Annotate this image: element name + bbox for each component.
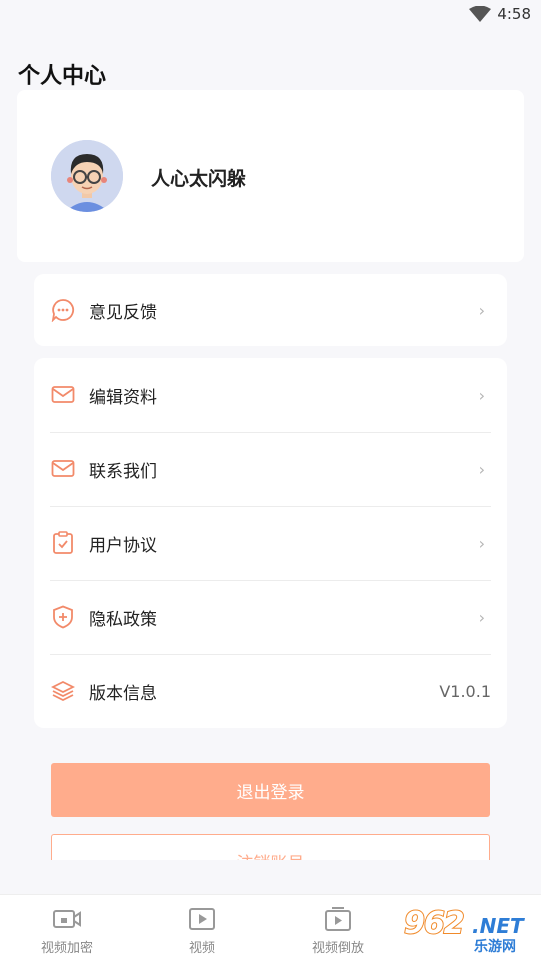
wifi-icon xyxy=(469,6,491,22)
chevron-right-icon: › xyxy=(478,459,485,479)
profile-card[interactable]: 人心太闪躲 xyxy=(17,90,524,262)
watermark-sub: 乐游网 xyxy=(474,939,516,955)
avatar-icon xyxy=(51,140,123,212)
version-value: V1.0.1 xyxy=(439,681,491,701)
tab-video-encrypt[interactable]: 视频加密 xyxy=(17,905,117,956)
menu-item-label: 隐私政策 xyxy=(89,609,157,630)
menu-item-privacy-policy[interactable]: 隐私政策 › xyxy=(50,580,491,654)
cancel-account-label: 注销账号 xyxy=(52,849,489,860)
mail-icon xyxy=(50,382,76,408)
page-title: 个人中心 xyxy=(18,64,107,89)
mail-icon xyxy=(50,456,76,482)
menu-item-contact-us[interactable]: 联系我们 › xyxy=(50,432,491,506)
chevron-right-icon: › xyxy=(478,607,485,627)
cancel-account-button[interactable]: 注销账号 xyxy=(51,834,490,860)
video-reverse-icon xyxy=(288,905,388,933)
status-time: 4:58 xyxy=(497,5,531,23)
chat-bubble-icon xyxy=(50,297,76,323)
menu-item-label: 联系我们 xyxy=(89,461,157,482)
menu-item-edit-profile[interactable]: 编辑资料 › xyxy=(50,358,491,432)
username: 人心太闪躲 xyxy=(151,168,247,190)
menu-item-label: 编辑资料 xyxy=(89,387,157,408)
chevron-right-icon: › xyxy=(478,533,485,553)
tab-label: 视频加密 xyxy=(40,941,93,956)
menu-item-version-info[interactable]: 版本信息 V1.0.1 xyxy=(50,654,491,728)
status-bar: 4:58 xyxy=(0,0,541,30)
tab-video-reverse[interactable]: 视频倒放 xyxy=(288,905,388,956)
chevron-right-icon: › xyxy=(478,300,485,320)
logout-button[interactable]: 退出登录 xyxy=(51,763,490,817)
menu-item-label: 版本信息 xyxy=(89,683,157,704)
tab-label: 视频 xyxy=(188,941,215,956)
video-lock-icon xyxy=(17,905,117,933)
menu-card: 编辑资料 › 联系我们 › 用户协议 › 隐私政策 › 版本信息 V1.0.1 xyxy=(34,358,507,728)
tab-label: 视频倒放 xyxy=(311,941,364,956)
play-icon xyxy=(152,905,252,933)
watermark-number: 962 xyxy=(403,905,466,942)
menu-item-feedback[interactable]: 意见反馈 › xyxy=(50,274,491,346)
menu-item-label: 用户协议 xyxy=(89,535,157,556)
watermark-suffix: .NET xyxy=(472,914,524,938)
menu-item-label: 意见反馈 xyxy=(89,302,157,323)
watermark-logo: 962 .NET 乐游网 xyxy=(400,902,541,960)
tab-video[interactable]: 视频 xyxy=(152,905,252,956)
layers-icon xyxy=(50,678,76,704)
chevron-right-icon: › xyxy=(478,385,485,405)
shield-icon xyxy=(50,604,76,630)
menu-item-user-agreement[interactable]: 用户协议 › xyxy=(50,506,491,580)
clipboard-icon xyxy=(50,530,76,556)
avatar[interactable] xyxy=(51,140,123,212)
feedback-card: 意见反馈 › xyxy=(34,274,507,346)
